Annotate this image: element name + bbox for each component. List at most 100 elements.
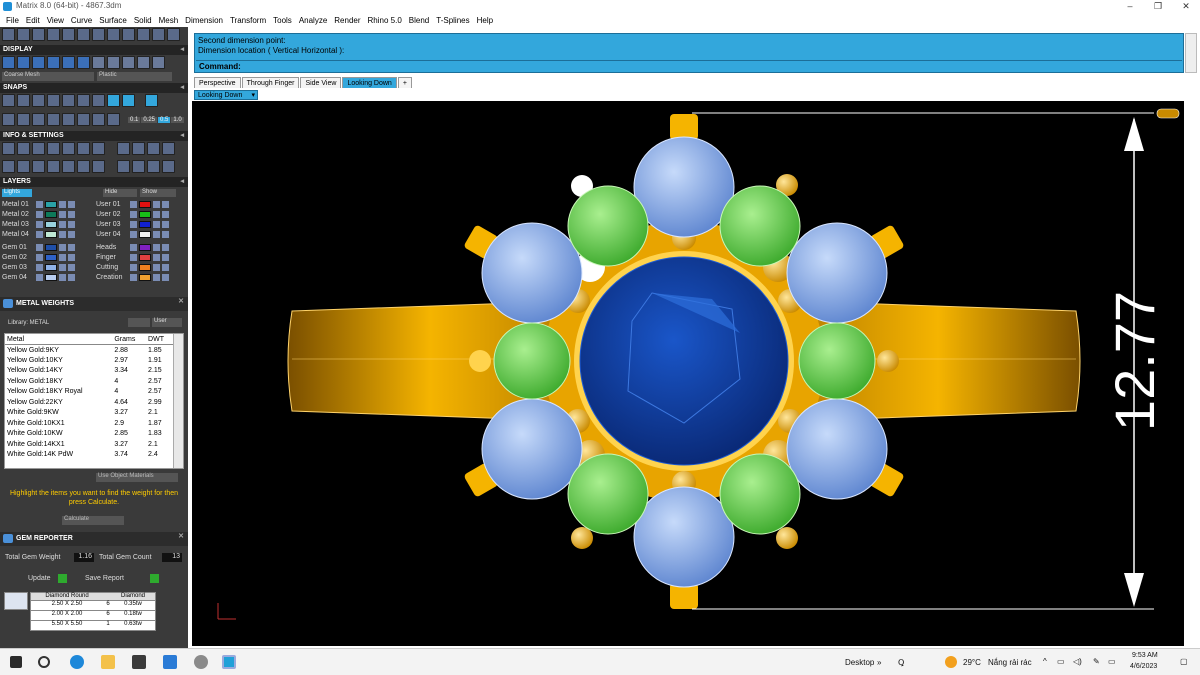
info-icon[interactable] [62,160,75,173]
layer-row[interactable]: User 04 [94,230,169,239]
menu-transform[interactable]: Transform [227,14,270,27]
layer-row[interactable]: Metal 03 [0,220,75,229]
display-mode-icon[interactable] [77,56,90,69]
snap-icon[interactable] [107,94,120,107]
layer-row[interactable]: User 03 [94,220,169,229]
display-mode-icon[interactable] [2,56,15,69]
menu-tools[interactable]: Tools [270,14,296,27]
show-button[interactable]: Show [140,189,176,197]
snap-icon[interactable] [2,94,15,107]
table-row[interactable]: Yellow Gold:18KY Royal 4 2.57 [5,387,173,398]
user-library-button[interactable]: User [152,318,182,327]
info-icon[interactable] [92,160,105,173]
table-row[interactable]: White Gold:14K PdW 3.74 2.4 [5,450,173,461]
menu-view[interactable]: View [44,14,68,27]
snap-icon[interactable] [47,113,60,126]
menu-rhino[interactable]: Rhino 5.0 [365,14,406,27]
display-mode-icon[interactable] [122,56,135,69]
update-go-icon[interactable] [58,574,67,583]
edge-icon[interactable] [70,655,84,669]
menu-tsplines[interactable]: T-Splines [433,14,473,27]
search-icon[interactable] [38,656,50,668]
display-mode-icon[interactable] [32,56,45,69]
tool-icon[interactable] [47,28,60,41]
snap-icon[interactable] [77,113,90,126]
table-row[interactable]: White Gold:14KX1 3.27 2.1 [5,439,173,450]
weather-icon[interactable] [945,656,957,668]
menu-curve[interactable]: Curve [68,14,96,27]
snap-icon[interactable] [145,94,158,107]
display-mode-icon[interactable] [137,56,150,69]
snap-value[interactable]: 0.5 [158,117,171,123]
info-icon[interactable] [77,160,90,173]
layer-row[interactable]: Gem 02 [0,253,75,262]
library-select[interactable] [128,318,150,327]
view-marker-icon[interactable] [1156,108,1180,119]
table-row[interactable]: White Gold:10KX1 2.9 1.87 [5,418,173,429]
notification-icon[interactable]: ▢ [1180,657,1188,666]
maximize-button[interactable]: ❐ [1144,0,1172,13]
snap-icon[interactable] [92,113,105,126]
tool-icon[interactable] [2,28,15,41]
info-icon[interactable] [117,142,130,155]
tool-icon[interactable] [122,28,135,41]
shader-select[interactable]: Plastic [97,72,172,81]
command-scrollbar[interactable] [1185,33,1197,73]
minimize-button[interactable]: – [1116,0,1144,13]
tool-icon[interactable] [167,28,180,41]
table-row[interactable]: Yellow Gold:10KY 2.97 1.91 [5,355,173,366]
snap-icon[interactable] [32,113,45,126]
tab-perspective[interactable]: Perspective [194,77,241,88]
snap-icon[interactable] [32,94,45,107]
snap-icon[interactable] [17,94,30,107]
layer-lights[interactable]: Lights [2,189,32,197]
layer-row[interactable]: Creation [94,273,169,282]
info-icon[interactable] [132,142,145,155]
snap-icon[interactable] [77,94,90,107]
3d-viewport[interactable]: 12.77 [192,101,1184,646]
mesh-select[interactable]: Coarse Mesh [2,72,94,81]
menu-dimension[interactable]: Dimension [182,14,227,27]
menu-edit[interactable]: Edit [23,14,44,27]
info-icon[interactable] [32,160,45,173]
tab-looking-down[interactable]: Looking Down [342,77,397,88]
pen-icon[interactable]: Ꝗ [898,658,904,667]
tool-icon[interactable] [92,28,105,41]
info-icon[interactable] [32,142,45,155]
language-icon[interactable]: ✎ [1093,657,1100,666]
snap-icon[interactable] [47,94,60,107]
tool-icon[interactable] [17,28,30,41]
save-report-go-icon[interactable] [150,574,159,583]
tool-icon[interactable] [152,28,165,41]
menu-blend[interactable]: Blend [406,14,433,27]
snap-icon[interactable] [122,94,135,107]
snap-value[interactable]: 1.0 [171,117,184,123]
save-report-button[interactable]: Save Report [85,575,124,582]
tab-add[interactable]: + [397,77,412,88]
tool-icon[interactable] [77,28,90,41]
display-mode-icon[interactable] [62,56,75,69]
hide-button[interactable]: Hide [103,189,137,197]
battery-icon[interactable]: ▭ [1108,657,1116,666]
menu-file[interactable]: File [3,14,23,27]
info-icon[interactable] [17,142,30,155]
display-mode-icon[interactable] [47,56,60,69]
tool-icon[interactable] [32,28,45,41]
snap-icon[interactable] [62,113,75,126]
layer-row[interactable]: User 02 [94,210,169,219]
info-icon[interactable] [147,160,160,173]
table-row[interactable]: White Gold:9KW 3.27 2.1 [5,408,173,419]
chevron-icon[interactable]: » [877,658,881,667]
snap-value[interactable]: 0.25 [141,117,158,123]
snap-icon[interactable] [107,113,120,126]
info-icon[interactable] [77,142,90,155]
snap-icon[interactable] [2,113,15,126]
file-explorer-icon[interactable] [101,655,115,669]
layer-row[interactable]: Gem 03 [0,263,75,272]
table-scrollbar[interactable] [173,334,183,468]
layer-row[interactable]: Heads [94,243,169,252]
gem-row[interactable]: 5.50 X 5.50 1 0.63tw [30,621,156,631]
table-row[interactable]: White Gold:10KW 2.85 1.83 [5,429,173,440]
close-button[interactable]: ✕ [1172,0,1200,13]
table-row[interactable]: Yellow Gold:14KY 3.34 2.15 [5,366,173,377]
